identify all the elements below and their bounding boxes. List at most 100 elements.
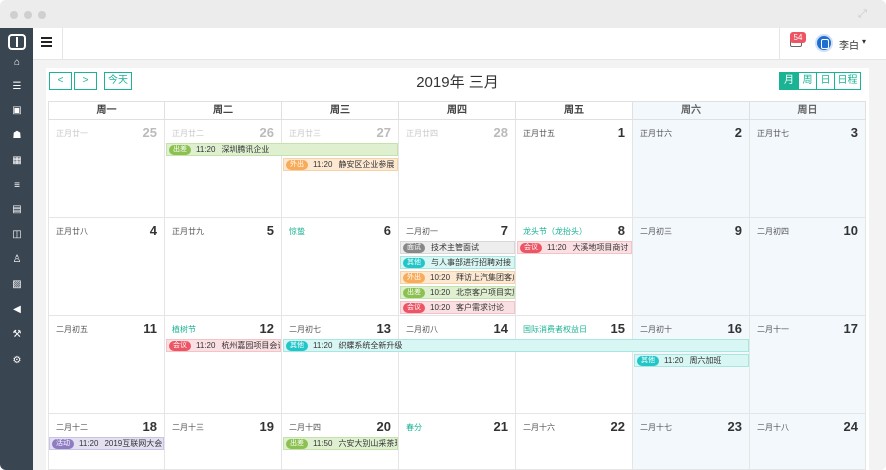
lunar-date-label: 正月廿四 xyxy=(406,129,438,138)
event-time: 11:20 xyxy=(79,439,99,448)
mail-count-badge: 54 xyxy=(790,32,806,43)
event-type-badge: 会议 xyxy=(520,243,542,253)
lunar-date-label: 正月廿二 xyxy=(172,129,204,138)
day-cell[interactable]: 惊蛰 6 xyxy=(282,218,399,316)
zoom-window-button[interactable] xyxy=(38,11,46,19)
calendar-event[interactable]: 出差 10:20 北京客户项目实施 xyxy=(400,286,515,299)
app-window: ⤢ ⌂ ☰ ▣ ☗ ▦ ≡ ▤ ◫ ♙ ▨ ◀ ⚒ ⚙ 54 李白 ▾ < > … xyxy=(0,0,886,470)
day-number: 19 xyxy=(259,419,274,434)
person-icon[interactable]: ♙ xyxy=(10,254,24,266)
book-icon[interactable]: ▤ xyxy=(10,204,24,216)
calendar-event[interactable]: 面试 技术主管面试 xyxy=(400,241,515,254)
day-cell[interactable]: 植树节 12 xyxy=(165,316,282,414)
day-cell[interactable]: 国际消费者权益日 15 xyxy=(516,316,633,414)
day-number: 6 xyxy=(383,223,391,238)
calendar-event[interactable]: 会议 11:20 杭州嘉园项目会议 xyxy=(166,339,281,352)
event-time: 11:20 xyxy=(196,145,216,154)
day-number: 13 xyxy=(376,321,391,336)
calendar-event[interactable]: 出差 11:50 六安大别山采茶现场 xyxy=(283,437,398,450)
hamburger-menu-icon[interactable] xyxy=(39,34,55,50)
event-type-badge: 会议 xyxy=(169,341,191,351)
lunar-date-label: 正月廿三 xyxy=(289,129,321,138)
day-cell[interactable]: 二月初五 11 xyxy=(48,316,165,414)
day-cell[interactable]: 正月廿五 1 xyxy=(516,120,633,218)
top-navbar: 54 李白 ▾ xyxy=(33,28,886,60)
lunar-date-label: 二月十六 xyxy=(523,423,555,432)
day-cell[interactable]: 二月十七 23 xyxy=(633,414,750,470)
event-type-badge: 出差 xyxy=(286,439,308,449)
day-cell[interactable]: 二月初八 14 xyxy=(399,316,516,414)
day-number: 5 xyxy=(266,223,274,238)
view-2-button[interactable]: 日 xyxy=(817,72,835,90)
event-time: 10:20 xyxy=(430,303,451,312)
calendar-event[interactable]: 外出 10:20 拜访上汽集团客户 xyxy=(400,271,515,284)
day-cell[interactable]: 春分 21 xyxy=(399,414,516,470)
home-icon[interactable]: ⌂ xyxy=(10,57,24,69)
calendar-event[interactable]: 出差 11:20 深圳腾讯企业 xyxy=(166,143,398,156)
logo-icon[interactable] xyxy=(8,34,26,50)
calendar-event[interactable]: 外出 11:20 静安区企业参展 xyxy=(283,158,398,171)
calendar-event[interactable]: 其他 11:20 织蝶系统全新升级 xyxy=(283,339,749,352)
day-cell[interactable]: 正月廿二 26 xyxy=(165,120,282,218)
table-icon[interactable]: ≡ xyxy=(10,180,24,192)
lunar-date-label: 二月初十 xyxy=(640,325,672,334)
day-cell[interactable]: 正月廿九 5 xyxy=(165,218,282,316)
bullhorn-icon[interactable]: ◀ xyxy=(10,304,24,316)
weekday-header: 周日 xyxy=(750,101,866,120)
day-cell[interactable]: 正月廿六 2 xyxy=(633,120,750,218)
day-cell[interactable]: 二月十一 17 xyxy=(750,316,866,414)
calendar-event[interactable]: 会议 11:20 大溪地项目商讨 xyxy=(517,241,632,254)
lunar-date-label: 正月廿五 xyxy=(523,129,555,138)
calendar-title: 2019年 三月 xyxy=(416,74,499,91)
event-type-badge: 出差 xyxy=(403,288,425,298)
calendar-panel: < > 今天 2019年 三月 月周日日程 周一 周二 周三 周四 周五 周六 周日 正月廿一… xyxy=(46,68,869,470)
gavel-icon[interactable]: ⚒ xyxy=(10,329,24,341)
day-number: 1 xyxy=(617,125,625,140)
day-cell[interactable]: 正月廿八 4 xyxy=(48,218,165,316)
view-1-button[interactable]: 周 xyxy=(799,72,817,90)
event-type-badge: 其他 xyxy=(637,356,659,366)
close-window-button[interactable] xyxy=(10,11,18,19)
day-cell[interactable]: 正月廿四 28 xyxy=(399,120,516,218)
calendar-event[interactable]: 活动 11:20 2019互联网大会 xyxy=(49,437,164,450)
avatar[interactable] xyxy=(815,34,833,52)
day-cell[interactable]: 正月廿七 3 xyxy=(750,120,866,218)
event-title: 拜访上汽集团客户 xyxy=(456,273,515,282)
fullscreen-icon[interactable]: ⤢ xyxy=(858,8,870,20)
day-cell[interactable]: 正月廿一 25 xyxy=(48,120,165,218)
view-0-button[interactable]: 月 xyxy=(779,72,799,90)
day-number: 24 xyxy=(843,419,858,434)
day-cell[interactable]: 二月初四 10 xyxy=(750,218,866,316)
columns-icon[interactable]: ◫ xyxy=(10,229,24,241)
lunar-date-label: 二月十七 xyxy=(640,423,672,432)
day-cell[interactable]: 龙头节（龙抬头） 8 xyxy=(516,218,633,316)
image-icon[interactable]: ▨ xyxy=(10,279,24,291)
lunar-date-label: 二月初三 xyxy=(640,227,672,236)
cogs-icon[interactable]: ⚙ xyxy=(10,355,24,367)
minimize-window-button[interactable] xyxy=(24,11,32,19)
event-title: 深圳腾讯企业 xyxy=(221,145,270,154)
briefcase-icon[interactable]: ▣ xyxy=(10,105,24,117)
calendar-event[interactable]: 其他 与人事部进行招聘对接 xyxy=(400,256,515,269)
users-icon[interactable]: ☗ xyxy=(10,130,24,142)
chevron-down-icon[interactable]: ▾ xyxy=(862,37,866,46)
day-cell[interactable]: 二月十八 24 xyxy=(750,414,866,470)
event-type-badge: 面试 xyxy=(403,243,425,253)
navbar-divider xyxy=(779,28,780,60)
calendar-event[interactable]: 会议 10:20 客户需求讨论 xyxy=(400,301,515,314)
event-time: 11:20 xyxy=(547,243,567,252)
calendar-icon[interactable]: ▦ xyxy=(10,155,24,167)
day-cell[interactable]: 二月初七 13 xyxy=(282,316,399,414)
user-name[interactable]: 李白 xyxy=(839,37,859,52)
view-3-button[interactable]: 日程 xyxy=(835,72,861,90)
day-cell[interactable]: 二月十六 22 xyxy=(516,414,633,470)
day-cell[interactable]: 二月初三 9 xyxy=(633,218,750,316)
calendar-event[interactable]: 其他 11:20 周六加班 xyxy=(634,354,749,367)
lunar-date-label: 正月廿八 xyxy=(56,227,88,236)
month-grid: 周一 周二 周三 周四 周五 周六 周日 正月廿一 25 正月廿二 26 正月廿三 27 正月廿四 28 正月… xyxy=(48,101,866,470)
day-cell[interactable]: 二月十三 19 xyxy=(165,414,282,470)
day-number: 2 xyxy=(734,125,742,140)
list-icon[interactable]: ☰ xyxy=(10,81,24,93)
day-number: 9 xyxy=(734,223,742,238)
day-number: 15 xyxy=(610,321,625,336)
